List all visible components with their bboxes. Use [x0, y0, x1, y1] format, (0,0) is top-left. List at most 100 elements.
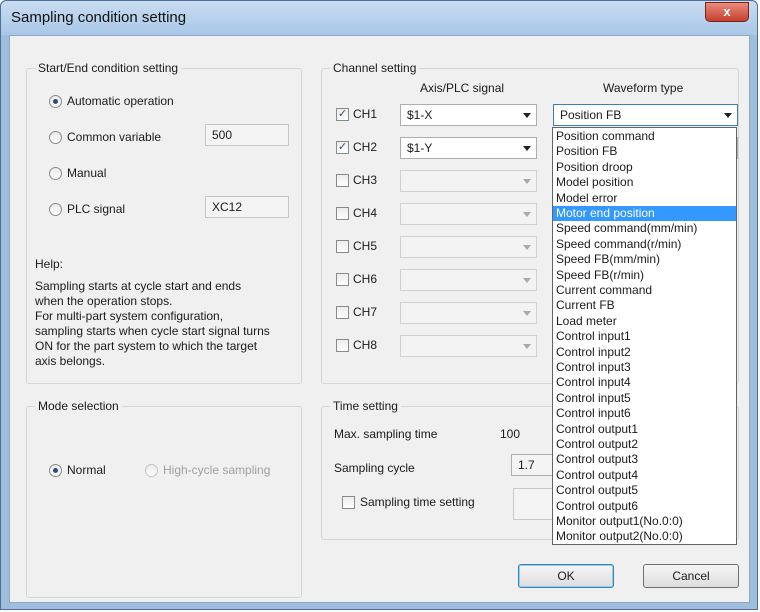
chevron-down-icon [523, 179, 531, 184]
start-end-legend: Start/End condition setting [35, 61, 182, 75]
chevron-down-icon [523, 311, 531, 316]
max-sampling-time-label: Max. sampling time [334, 427, 438, 441]
waveform-type-combo[interactable]: Position FB [553, 104, 738, 126]
axis-plc-signal-value: $1-Y [407, 141, 433, 155]
channel-label: CH4 [353, 206, 378, 220]
channel-label: CH3 [353, 173, 378, 187]
axis-plc-signal-combo[interactable] [400, 170, 537, 192]
waveform-option[interactable]: Monitor output1(No.0:0) [553, 514, 736, 529]
max-sampling-time-value: 100 [500, 427, 521, 441]
waveform-option[interactable]: Load meter [553, 314, 736, 329]
channel-label: CH5 [353, 239, 378, 253]
ok-button[interactable]: OK [518, 564, 614, 588]
manual-label: Manual [67, 166, 107, 180]
window-title: Sampling condition setting [11, 9, 187, 26]
waveform-option[interactable]: Current command [553, 283, 736, 298]
normal-mode-radio[interactable] [49, 464, 62, 477]
waveform-option[interactable]: Control input2 [553, 345, 736, 360]
waveform-option[interactable]: Control input5 [553, 391, 736, 406]
time-setting-legend: Time setting [330, 399, 401, 413]
chevron-down-icon [523, 245, 531, 250]
axis-plc-signal-value: $1-X [407, 108, 433, 122]
mode-selection-group: Mode selection Normal High-cycle samplin… [26, 399, 302, 598]
waveform-option[interactable]: Control input1 [553, 329, 736, 344]
channel-checkbox-7[interactable] [336, 306, 349, 319]
start-end-group: Start/End condition setting Automatic op… [26, 61, 302, 384]
common-variable-label: Common variable [67, 130, 162, 144]
sampling-time-setting-checkbox[interactable] [342, 496, 355, 509]
chevron-down-icon [523, 278, 531, 283]
dialog-client: Start/End condition setting Automatic op… [9, 35, 750, 603]
waveform-option[interactable]: Speed FB(mm/min) [553, 252, 736, 267]
help-line: sampling starts when cycle start signal … [35, 324, 270, 338]
waveform-option[interactable]: Control output4 [553, 468, 736, 483]
axis-plc-signal-combo[interactable] [400, 203, 537, 225]
waveform-option[interactable]: Control output2 [553, 437, 736, 452]
cancel-button[interactable]: Cancel [643, 564, 739, 588]
waveform-option[interactable]: Control output5 [553, 483, 736, 498]
manual-radio[interactable] [49, 167, 62, 180]
normal-mode-label: Normal [67, 463, 106, 477]
help-line: axis belongs. [35, 354, 106, 368]
mode-selection-legend: Mode selection [35, 399, 122, 413]
chevron-down-icon [523, 344, 531, 349]
sampling-time-setting-label: Sampling time setting [360, 495, 475, 509]
channel-checkbox-6[interactable] [336, 273, 349, 286]
channel-checkbox-4[interactable] [336, 207, 349, 220]
close-icon: x [723, 4, 731, 19]
plc-signal-radio[interactable] [49, 203, 62, 216]
waveform-option[interactable]: Monitor output2(No.0:0) [553, 529, 736, 544]
axis-plc-column-header: Axis/PLC signal [420, 81, 505, 95]
waveform-option[interactable]: Position FB [553, 144, 736, 159]
help-line: ON for the part system to which the targ… [35, 339, 258, 353]
high-cycle-sampling-radio[interactable] [145, 464, 158, 477]
chevron-down-icon [724, 113, 732, 118]
high-cycle-sampling-label: High-cycle sampling [163, 463, 271, 477]
axis-plc-signal-combo[interactable]: $1-X [400, 104, 537, 126]
waveform-option[interactable]: Speed FB(r/min) [553, 268, 736, 283]
waveform-option[interactable]: Position droop [553, 160, 736, 175]
close-button[interactable]: x [705, 2, 749, 22]
channel-checkbox-8[interactable] [336, 339, 349, 352]
waveform-option[interactable]: Control output6 [553, 499, 736, 514]
channel-checkbox-5[interactable] [336, 240, 349, 253]
title-bar[interactable]: Sampling condition setting x [1, 1, 757, 35]
waveform-option[interactable]: Control input3 [553, 360, 736, 375]
axis-plc-signal-combo[interactable] [400, 302, 537, 324]
plc-signal-label: PLC signal [67, 202, 126, 216]
channel-label: CH2 [353, 140, 378, 154]
common-variable-radio[interactable] [49, 131, 62, 144]
axis-plc-signal-combo[interactable] [400, 335, 537, 357]
channel-label: CH8 [353, 338, 378, 352]
waveform-option[interactable]: Current FB [553, 298, 736, 313]
chevron-down-icon [523, 212, 531, 217]
sampling-time-field[interactable] [513, 488, 553, 520]
waveform-dropdown-list[interactable]: Position command Position FB Position droo… [552, 127, 737, 545]
waveform-type-value: Position FB [560, 108, 622, 122]
waveform-option[interactable]: Position command [553, 129, 736, 144]
help-line: For multi-part system configuration, [35, 309, 224, 323]
channel-checkbox-3[interactable] [336, 174, 349, 187]
channel-setting-legend: Channel setting [330, 61, 420, 75]
channel-checkbox-2[interactable]: ✓ [336, 141, 349, 154]
automatic-operation-radio[interactable] [49, 95, 62, 108]
channel-checkbox-1[interactable]: ✓ [336, 108, 349, 121]
waveform-type-column-header: Waveform type [603, 81, 684, 95]
chevron-down-icon [523, 113, 531, 118]
common-variable-field[interactable]: 500 [205, 124, 289, 146]
waveform-option[interactable]: Model error [553, 191, 736, 206]
channel-label: CH7 [353, 305, 378, 319]
waveform-option[interactable]: Model position [553, 175, 736, 190]
plc-signal-field[interactable]: XC12 [205, 196, 289, 218]
axis-plc-signal-combo[interactable] [400, 269, 537, 291]
waveform-option[interactable]: Speed command(r/min) [553, 237, 736, 252]
waveform-option[interactable]: Control output1 [553, 422, 736, 437]
waveform-option[interactable]: Speed command(mm/min) [553, 221, 736, 236]
axis-plc-signal-combo[interactable]: $1-Y [400, 137, 537, 159]
waveform-option[interactable]: Motor end position [553, 206, 736, 221]
dialog-window: Sampling condition setting x Start/End c… [0, 0, 758, 610]
waveform-option[interactable]: Control input6 [553, 406, 736, 421]
waveform-option[interactable]: Control input4 [553, 375, 736, 390]
axis-plc-signal-combo[interactable] [400, 236, 537, 258]
waveform-option[interactable]: Control output3 [553, 452, 736, 467]
